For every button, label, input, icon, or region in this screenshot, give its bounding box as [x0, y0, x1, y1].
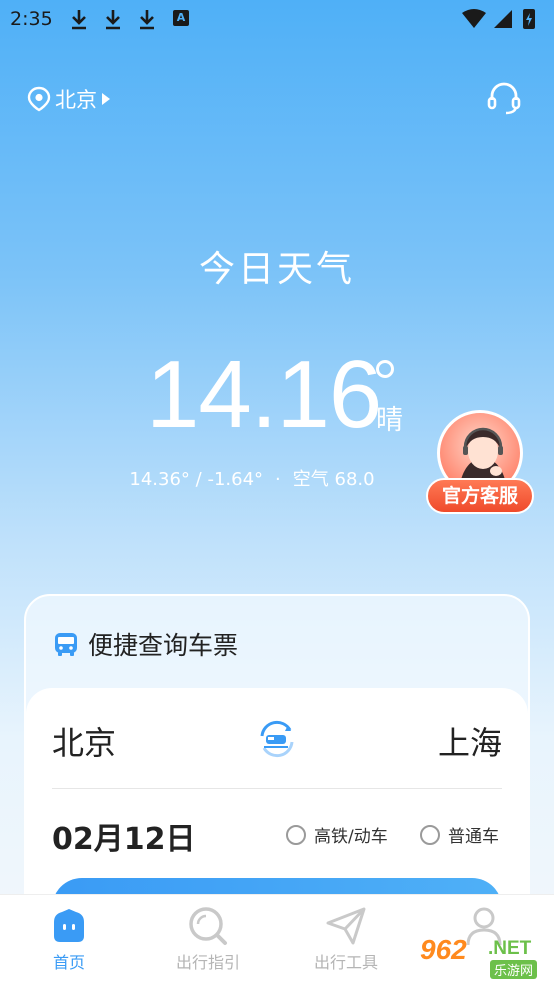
air-quality: 空气 68.0: [292, 469, 375, 490]
option-high-speed[interactable]: 高铁/动车: [286, 822, 388, 847]
nav-guide-label: 出行指引: [175, 953, 240, 972]
signal-icon: [494, 10, 512, 28]
paper-plane-icon: [326, 907, 366, 945]
search-icon: [189, 907, 227, 945]
caret-right-icon: [102, 93, 110, 105]
divider: [52, 788, 502, 789]
option-regular-train[interactable]: 普通车: [420, 822, 499, 847]
a-notification-icon: A: [173, 10, 189, 26]
swap-cities-icon[interactable]: [254, 716, 300, 762]
download-icon: [140, 10, 154, 30]
status-time: 2:35: [10, 8, 53, 30]
option-high-speed-label: 高铁/动车: [314, 827, 388, 847]
ticket-form: 北京 上海 02月12日 高铁/动车 普通车: [26, 688, 528, 938]
degree-symbol: [376, 360, 394, 378]
nav-travel-tools[interactable]: 出行工具: [296, 903, 396, 973]
download-icon: [72, 10, 86, 30]
nav-tools-label: 出行工具: [313, 953, 378, 972]
travel-date[interactable]: 02月12日: [52, 814, 196, 858]
weather-condition: 晴: [376, 405, 403, 436]
location-label: 北京: [55, 88, 97, 112]
temperature-value: 14.16: [146, 341, 382, 448]
official-service-button[interactable]: 官方客服: [426, 410, 536, 520]
watermark-subtitle: 乐游网: [490, 960, 538, 979]
service-badge: 官方客服: [426, 478, 534, 514]
separator-dot: ·: [275, 469, 281, 490]
nav-travel-guide[interactable]: 出行指引: [158, 903, 258, 973]
nav-home[interactable]: 首页: [19, 903, 119, 973]
top-header: 北京: [0, 78, 554, 118]
nav-home-label: 首页: [52, 953, 85, 972]
headset-icon[interactable]: [486, 80, 522, 116]
temperature-range: 14.36° / -1.64°: [129, 469, 264, 490]
location-pin-icon: [27, 86, 51, 112]
radio-unchecked-icon[interactable]: [420, 824, 440, 845]
watermark-suffix: .NET: [488, 938, 532, 959]
wifi-icon: [462, 9, 486, 28]
card-header: 便捷查询车票: [52, 626, 238, 662]
download-icon: [106, 10, 120, 30]
site-watermark: 962 .NET 乐游网: [414, 928, 554, 984]
card-title: 便捷查询车票: [88, 631, 239, 660]
watermark-number: 962: [420, 934, 467, 965]
radio-unchecked-icon[interactable]: [286, 824, 306, 845]
option-regular-label: 普通车: [448, 827, 499, 847]
weather-title: 今日天气: [198, 249, 355, 290]
arrival-city[interactable]: 上海: [438, 718, 502, 764]
ticket-query-card: 便捷查询车票 北京 上海 02月12日 高铁/动车 普通车: [24, 594, 530, 938]
departure-city[interactable]: 北京: [52, 718, 116, 764]
home-icon: [54, 909, 84, 942]
status-bar: 2:35 A: [0, 0, 554, 40]
location-selector[interactable]: 北京: [27, 84, 110, 114]
system-status-icons: [462, 9, 535, 29]
bus-icon: [55, 633, 77, 656]
